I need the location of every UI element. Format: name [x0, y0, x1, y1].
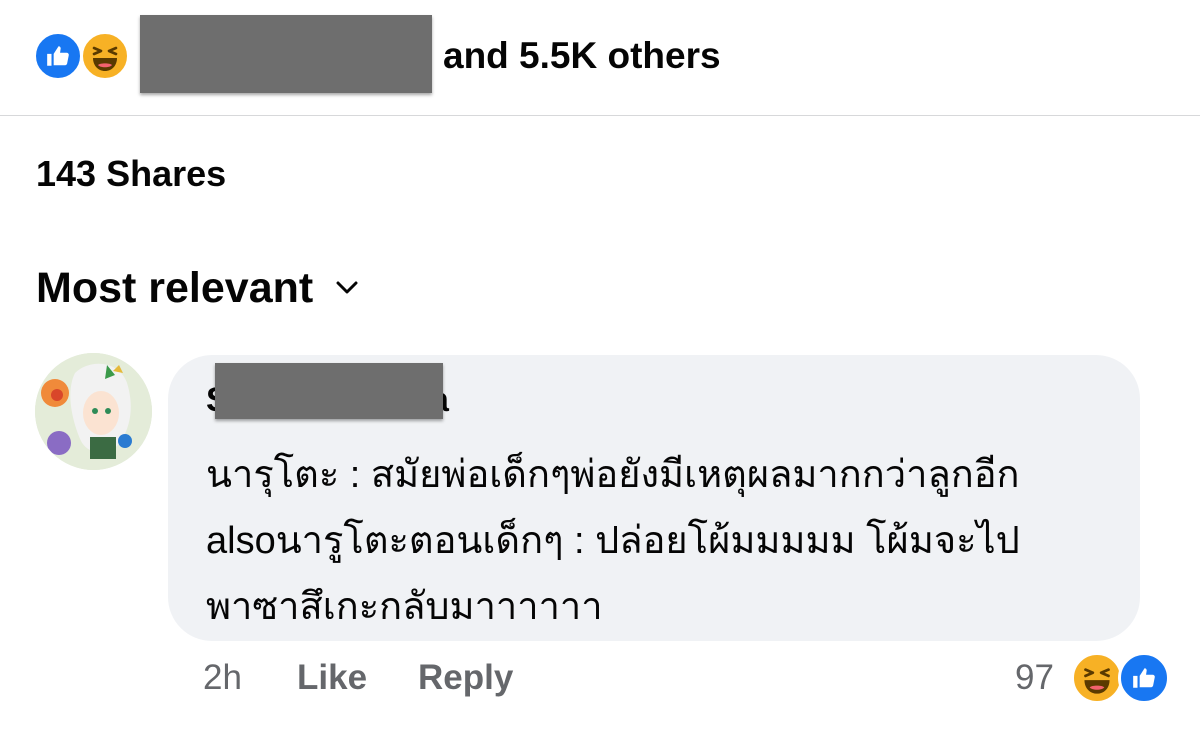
thumbs-up-icon: [47, 46, 69, 66]
avatar[interactable]: [35, 353, 152, 470]
comment-line: นารุโตะ : สมัยพ่อเด็กๆพ่อยังมีเหตุผลมากก…: [206, 454, 1020, 496]
sort-dropdown[interactable]: Most relevant: [36, 262, 359, 314]
like-reaction-icon[interactable]: [33, 31, 83, 81]
sort-label: Most relevant: [36, 263, 314, 312]
shares-count[interactable]: 143 Shares: [36, 152, 226, 196]
comment-line: พาซาสึเกะกลับมาาาาาา: [206, 586, 603, 628]
comment-text: นารุโตะ : สมัยพ่อเด็กๆพ่อยังมีเหตุผลมากก…: [206, 442, 1126, 640]
redacted-reactor-names: [140, 15, 432, 93]
thumbs-up-icon: [1133, 668, 1155, 688]
comment-reaction-count[interactable]: 97: [1015, 658, 1054, 698]
redacted-author-name[interactable]: [215, 363, 443, 419]
anime-character-avatar-icon: [35, 353, 152, 470]
chevron-down-icon: [335, 276, 359, 300]
reactions-summary-text[interactable]: and 5.5K others: [443, 31, 721, 81]
comment-haha-icon[interactable]: [1071, 652, 1123, 704]
laughing-face-icon: [92, 46, 118, 71]
comment-like-icon[interactable]: [1118, 652, 1170, 704]
like-button[interactable]: Like: [297, 658, 367, 698]
divider: [0, 115, 1200, 116]
reply-button[interactable]: Reply: [418, 658, 513, 698]
comment-line: alsoนารูโตะตอนเด็กๆ : ปล่อยโผ้มมมมม โผ้ม…: [206, 520, 1020, 562]
comment-timestamp[interactable]: 2h: [203, 658, 242, 698]
haha-reaction-icon[interactable]: [80, 31, 130, 81]
laughing-face-icon: [1084, 668, 1110, 694]
